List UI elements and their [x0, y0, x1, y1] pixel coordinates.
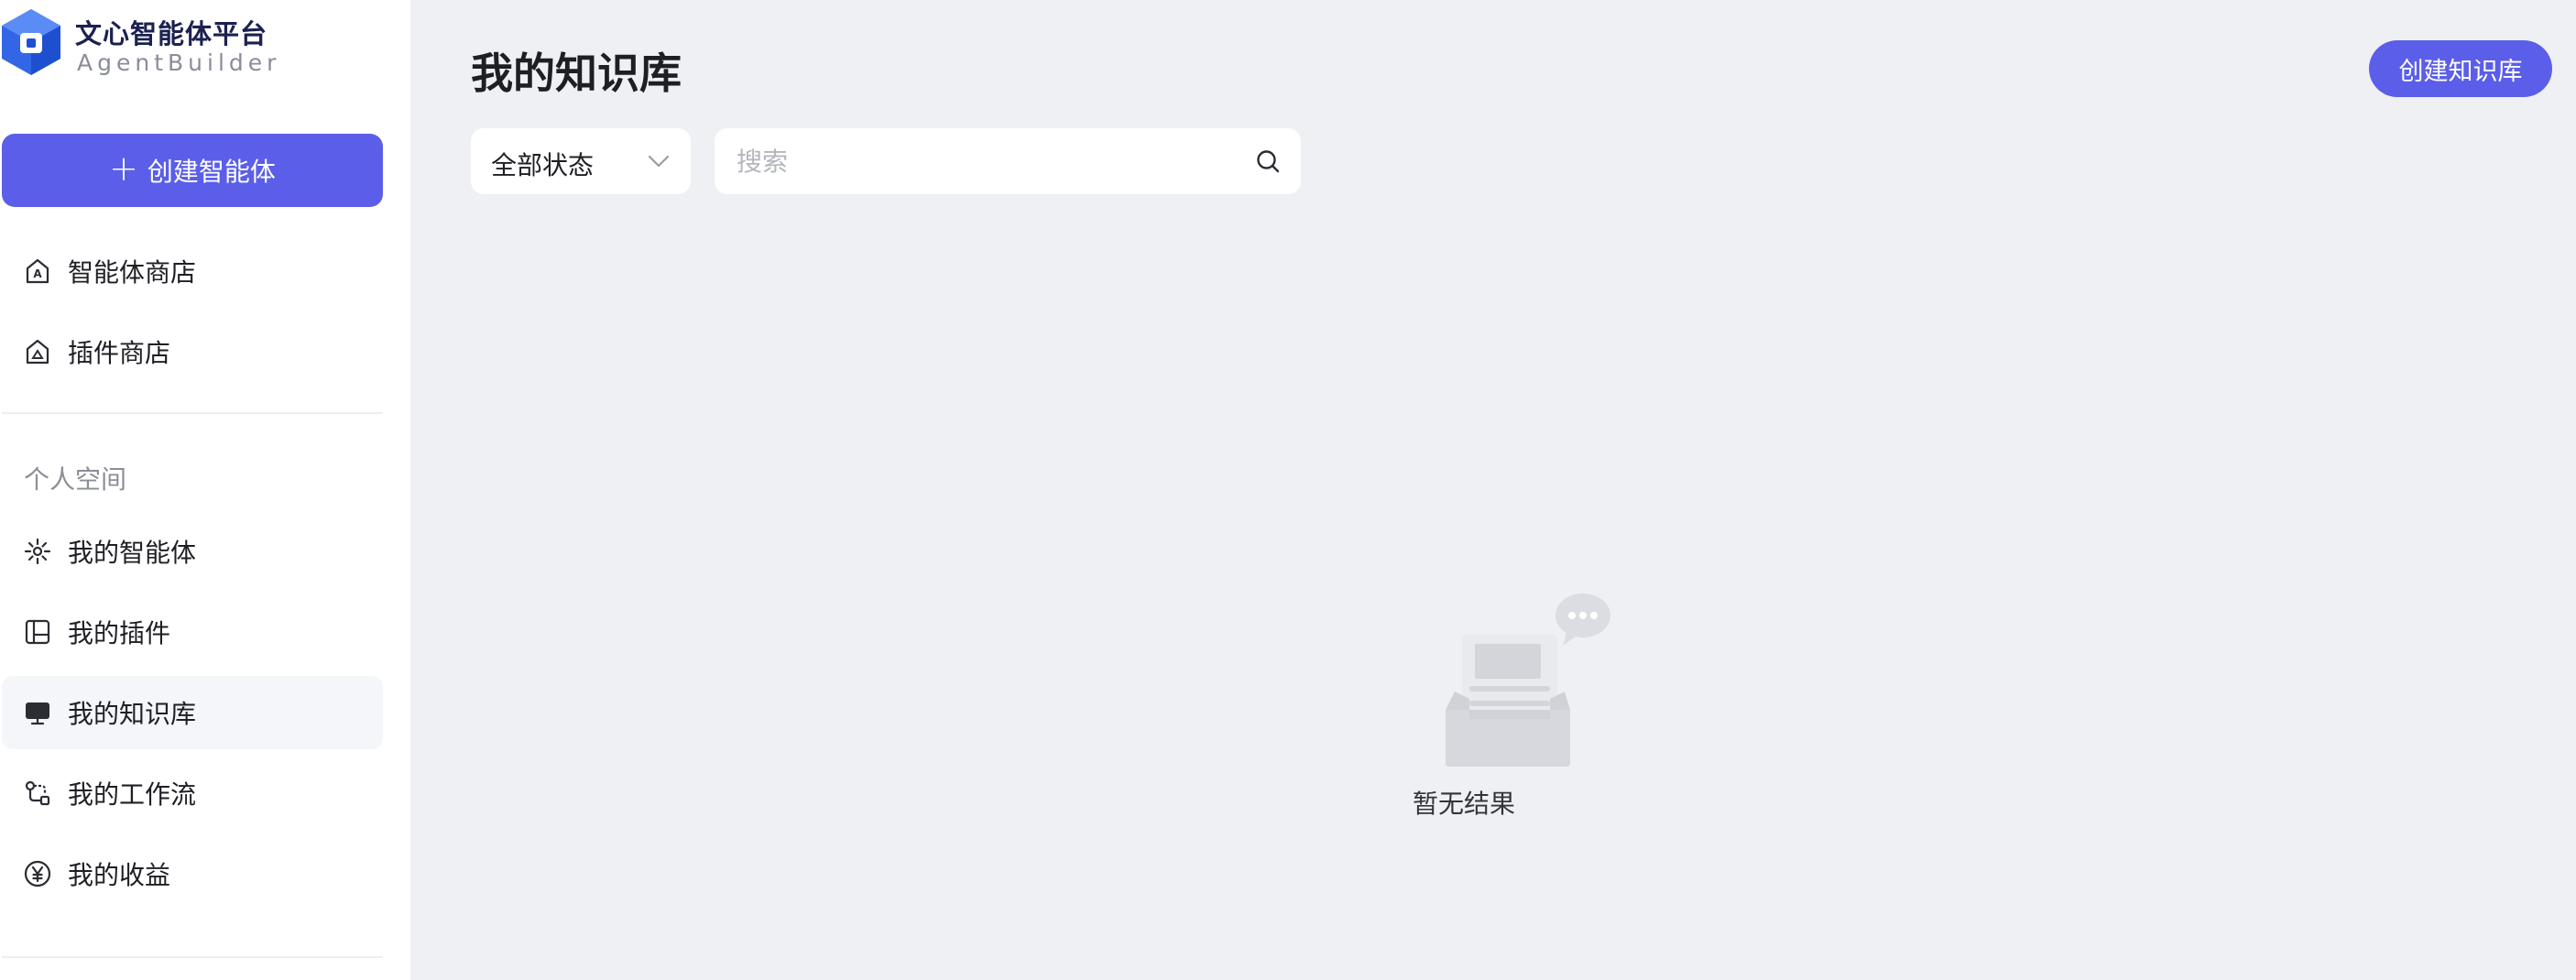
empty-state-text: 暂无结果 — [1412, 789, 1515, 819]
sidebar-item-plugin-store[interactable]: 插件商店 — [2, 315, 383, 388]
logo[interactable]: 文心智能体平台 AgentBuilder — [0, 7, 276, 77]
sidebar: 文心智能体平台 AgentBuilder + 创建智能体 A 智能体商店 插件商… — [0, 0, 410, 980]
plus-icon: + — [109, 148, 138, 189]
sidebar-item-my-agents[interactable]: 我的智能体 — [2, 515, 383, 588]
sidebar-item-my-workflows[interactable]: 我的工作流 — [2, 757, 383, 830]
status-filter-select[interactable]: 全部状态 — [471, 128, 691, 194]
sidebar-item-label: 插件商店 — [68, 338, 171, 368]
chevron-down-icon — [648, 155, 670, 168]
yen-icon — [22, 858, 53, 889]
monitor-icon — [22, 697, 53, 728]
sidebar-item-label: 我的插件 — [68, 618, 171, 648]
agent-store-icon: A — [22, 256, 53, 287]
empty-inbox-icon — [1446, 593, 1610, 767]
sidebar-item-my-knowledge-base[interactable]: 我的知识库 — [2, 676, 383, 749]
svg-text:A: A — [33, 267, 42, 280]
sidebar-divider — [2, 412, 383, 414]
agentbuilder-logo-icon — [2, 9, 60, 75]
sidebar-item-label: 我的知识库 — [68, 699, 197, 729]
section-label-personal-space: 个人空间 — [24, 464, 127, 495]
sidebar-item-label: 我的收益 — [68, 860, 171, 890]
create-knowledge-base-button[interactable]: 创建知识库 — [2369, 40, 2552, 97]
create-agent-button[interactable]: + 创建智能体 — [2, 134, 383, 207]
search-box — [715, 128, 1301, 194]
page-title: 我的知识库 — [471, 49, 682, 98]
search-icon[interactable] — [1255, 148, 1281, 174]
workflow-icon — [22, 778, 53, 809]
sidebar-item-my-plugins[interactable]: 我的插件 — [2, 595, 383, 669]
main-content: 我的知识库 创建知识库 全部状态 暂无结果 — [410, 0, 2576, 980]
app-subtitle: AgentBuilder — [77, 49, 281, 76]
search-input[interactable] — [715, 128, 1250, 194]
sidebar-item-my-earnings[interactable]: 我的收益 — [2, 837, 383, 910]
layout-icon — [22, 616, 53, 648]
plugin-store-icon — [22, 336, 53, 367]
sidebar-item-label: 我的智能体 — [68, 538, 197, 568]
sidebar-item-label: 智能体商店 — [68, 257, 197, 288]
app-title: 文心智能体平台 — [75, 18, 268, 49]
status-filter-value: 全部状态 — [491, 150, 595, 180]
sidebar-item-label: 我的工作流 — [68, 779, 197, 810]
sidebar-divider — [2, 956, 383, 958]
sparkle-icon — [22, 536, 53, 567]
create-agent-label: 创建智能体 — [147, 157, 276, 187]
sidebar-item-agent-store[interactable]: A 智能体商店 — [2, 234, 383, 308]
